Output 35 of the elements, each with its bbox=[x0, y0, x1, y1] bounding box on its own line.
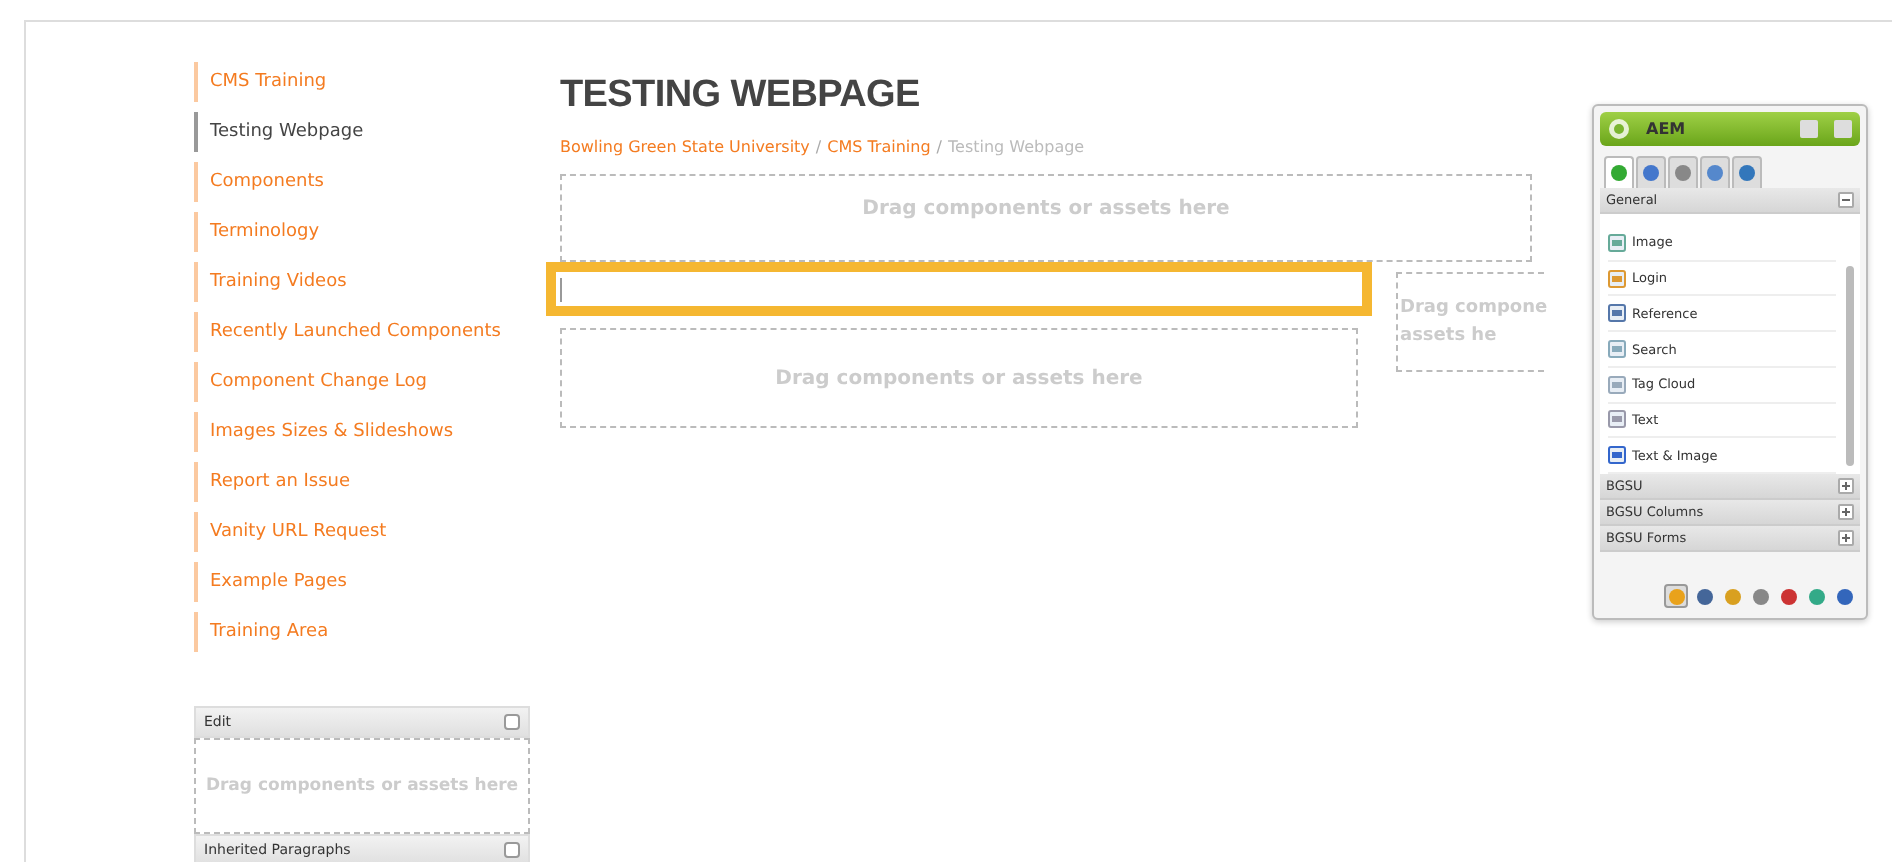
breadcrumb-current: Testing Webpage bbox=[948, 138, 1085, 156]
page-title: TESTING WEBPAGE bbox=[560, 74, 922, 118]
text-cursor bbox=[560, 278, 562, 302]
sidebar-link[interactable]: Training Area bbox=[194, 612, 534, 652]
breadcrumb-separator: / bbox=[936, 138, 942, 156]
sidebar-link[interactable]: Example Pages bbox=[194, 562, 534, 602]
sidebar-link[interactable]: Report an Issue bbox=[194, 462, 534, 502]
sidebar-link[interactable]: CMS Training bbox=[194, 62, 534, 102]
sidebar-link[interactable]: Component Change Log bbox=[194, 362, 534, 402]
sidekick-tab[interactable] bbox=[1700, 156, 1730, 188]
sidebar-link[interactable]: Terminology bbox=[194, 212, 534, 252]
selected-component[interactable] bbox=[546, 262, 1372, 316]
sidekick-tab[interactable] bbox=[1732, 156, 1762, 188]
sidekick-tab[interactable] bbox=[1604, 156, 1634, 188]
sidebar-link[interactable]: Training Videos bbox=[194, 262, 534, 302]
toolbar-button[interactable] bbox=[1776, 584, 1800, 608]
toolbar-button[interactable] bbox=[1692, 584, 1716, 608]
sidebar-link[interactable]: Images Sizes & Slideshows bbox=[194, 412, 534, 452]
sidebar-link[interactable]: Recently Launched Components bbox=[194, 312, 534, 352]
breadcrumb-separator: / bbox=[815, 138, 822, 156]
checkbox[interactable] bbox=[504, 842, 520, 858]
checkbox[interactable] bbox=[504, 714, 520, 730]
sidebar-link[interactable]: Vanity URL Request bbox=[194, 512, 534, 552]
sidebar-link[interactable]: Components bbox=[194, 162, 534, 202]
sidebar-link[interactable]: Testing Webpage bbox=[194, 112, 534, 152]
scrollbar[interactable] bbox=[1846, 266, 1854, 466]
breadcrumb-link[interactable]: CMS Training bbox=[827, 138, 931, 156]
toolbar-button[interactable] bbox=[1748, 584, 1772, 608]
breadcrumb-link[interactable]: Bowling Green State University bbox=[560, 138, 810, 156]
sidekick-title: AEM bbox=[1646, 120, 1688, 138]
logo-icon bbox=[1608, 118, 1630, 140]
sidekick-tab[interactable] bbox=[1636, 156, 1666, 188]
sidekick-tab[interactable] bbox=[1668, 156, 1698, 188]
toolbar-button[interactable] bbox=[1832, 584, 1856, 608]
toolbar-button[interactable] bbox=[1804, 584, 1828, 608]
